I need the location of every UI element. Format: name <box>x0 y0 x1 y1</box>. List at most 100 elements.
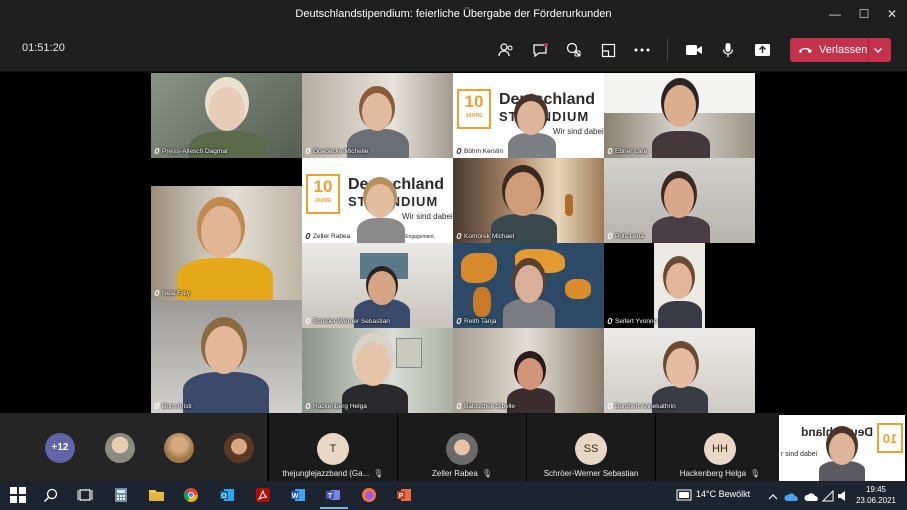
mic-icon <box>607 147 613 155</box>
calculator-icon[interactable] <box>113 487 130 504</box>
windows-start-icon[interactable] <box>10 487 27 504</box>
mic-icon <box>456 232 462 240</box>
video-tile[interactable]: Goedecke Michelle <box>302 73 453 158</box>
video-tile[interactable]: Hackenberg Helga <box>302 328 453 413</box>
camera-icon[interactable] <box>683 39 705 61</box>
avatar-initials: HH <box>704 433 736 465</box>
task-view-icon[interactable] <box>77 487 94 504</box>
powerpoint-icon[interactable]: P <box>396 487 413 504</box>
chevron-down-icon[interactable] <box>873 43 883 61</box>
weather-icon[interactable] <box>676 488 693 505</box>
mic-icon <box>305 402 311 410</box>
mic-icon <box>607 232 613 240</box>
logo-tagline: Wir sind dabei <box>402 212 453 221</box>
mic-icon <box>456 402 462 410</box>
participant-name: Preiss-Allesch Dagmar <box>154 147 228 155</box>
guitar-shape <box>565 194 573 216</box>
video-tile[interactable]: Seifert Yvonne <box>604 243 755 328</box>
mic-icon <box>305 317 311 325</box>
map-continent <box>565 279 591 299</box>
video-tile[interactable]: Baluschek Sibylle <box>453 328 604 413</box>
participant-name: Hackenberg Helga <box>305 402 367 410</box>
participant-card[interactable]: HH Hackenberg Helga 🎙 <box>656 413 784 481</box>
participant-card[interactable]: T thejunglejazzband (Ga... 🎙 <box>269 413 397 481</box>
leave-divider <box>868 38 869 62</box>
mic-icon[interactable] <box>717 39 739 61</box>
participant-card[interactable]: Zeller Rabea 🎙 <box>398 413 526 481</box>
svg-text:P: P <box>399 493 404 500</box>
participant-card[interactable]: SS Schröer-Werner Sebastian <box>527 413 655 481</box>
firefox-icon[interactable] <box>361 487 378 504</box>
mic-icon <box>607 402 613 410</box>
map-continent <box>473 287 491 317</box>
video-tile[interactable]: Schröer-Werner Sebastian <box>302 243 453 328</box>
overflow-panel: +12 <box>0 413 267 481</box>
svg-text:T: T <box>328 493 333 500</box>
deutschlandstipendium-logo: 10 JAHRE <box>457 89 491 129</box>
meeting-toolbar: 01:51:20 Verlassen <box>0 28 907 72</box>
acrobat-icon[interactable] <box>255 487 272 504</box>
more-actions-icon[interactable] <box>631 39 653 61</box>
reactions-icon[interactable] <box>563 39 585 61</box>
svg-text:W: W <box>292 493 299 500</box>
chevron-up-icon[interactable] <box>768 489 785 506</box>
active-app-indicator <box>320 507 348 509</box>
participant-name: Seifert Yvonne <box>607 317 657 325</box>
browser-icon[interactable] <box>183 487 200 504</box>
word-icon[interactable]: W <box>290 487 307 504</box>
participant-name: Zeller Rabea <box>305 232 350 240</box>
participant-name: Ebner Lara <box>607 147 647 155</box>
cloud-icon[interactable] <box>804 489 821 506</box>
mic-off-icon: 🎙 <box>373 469 384 478</box>
participant-name: Pols Lena <box>607 232 644 240</box>
video-tile[interactable]: 10JAHRE Deutschland STIPENDIUM Wir sind … <box>453 73 604 158</box>
participant-name: Goedecke Michelle <box>305 147 368 155</box>
deutschlandstipendium-logo: 10 <box>877 423 903 453</box>
video-tile[interactable]: Komorek Michael <box>453 158 604 243</box>
minimize-button[interactable]: — <box>820 0 850 28</box>
close-window-button[interactable]: ✕ <box>877 0 907 28</box>
teams-icon[interactable]: T <box>325 487 342 504</box>
participant-name: Borchert Annekathrin <box>607 402 676 410</box>
share-icon[interactable] <box>751 39 773 61</box>
avatar[interactable] <box>164 433 194 463</box>
video-tile[interactable]: Reith Tanja <box>453 243 604 328</box>
video-grid: Preiss-Allesch Dagmar Goedecke Michelle … <box>151 73 755 413</box>
window-title: Deutschlandstipendium: feierliche Überga… <box>295 8 612 20</box>
windows-taskbar: O W T P 14°C Bewölkt 19:45 23.06.2021 <box>0 481 907 510</box>
video-tile[interactable]: Nele Frey <box>151 186 302 300</box>
participant-label: thejunglejazzband (Ga... 🎙 <box>282 469 384 478</box>
leave-button[interactable]: Verlassen <box>790 38 891 62</box>
video-tile[interactable]: 10JAHRE Deutschland STIPENDIUM Wir sind … <box>302 158 453 243</box>
participant-label: Schröer-Werner Sebastian <box>543 469 639 478</box>
participant-strip: +12 T thejunglejazzband (Ga... 🎙 Zeller R… <box>0 413 907 481</box>
toolbar-divider <box>667 38 668 62</box>
leave-label: Verlassen <box>819 44 868 56</box>
maximize-button[interactable]: ☐ <box>849 0 879 28</box>
video-tile[interactable]: Born Aristi <box>151 300 302 413</box>
mic-icon <box>154 289 160 297</box>
file-explorer-icon[interactable] <box>148 487 165 504</box>
more-participants-badge[interactable]: +12 <box>45 433 75 463</box>
outlook-icon[interactable]: O <box>219 487 236 504</box>
clock[interactable]: 19:45 23.06.2021 <box>852 484 900 506</box>
avatar[interactable] <box>224 433 254 463</box>
chat-icon[interactable] <box>529 39 551 61</box>
map-continent <box>461 253 497 283</box>
video-tile[interactable]: Borchert Annekathrin <box>604 328 755 413</box>
mic-icon <box>154 147 160 155</box>
rooms-icon[interactable] <box>597 39 619 61</box>
participant-name: Reith Tanja <box>456 317 496 325</box>
avatar[interactable] <box>105 433 135 463</box>
participant-name: Böhm Kerstin <box>456 147 503 155</box>
mic-icon <box>607 317 613 325</box>
participant-label: Zeller Rabea 🎙 <box>432 469 492 478</box>
onedrive-icon[interactable] <box>784 489 801 506</box>
video-tile[interactable]: Preiss-Allesch Dagmar <box>151 73 302 158</box>
weather-status[interactable]: 14°C Bewölkt <box>696 489 750 499</box>
search-icon[interactable] <box>43 487 60 504</box>
participants-icon[interactable] <box>495 39 517 61</box>
self-view[interactable]: 10 Deutschland r sind dabei <box>779 415 905 481</box>
video-tile[interactable]: Pols Lena <box>604 158 755 243</box>
video-tile[interactable]: Ebner Lara <box>604 73 755 158</box>
